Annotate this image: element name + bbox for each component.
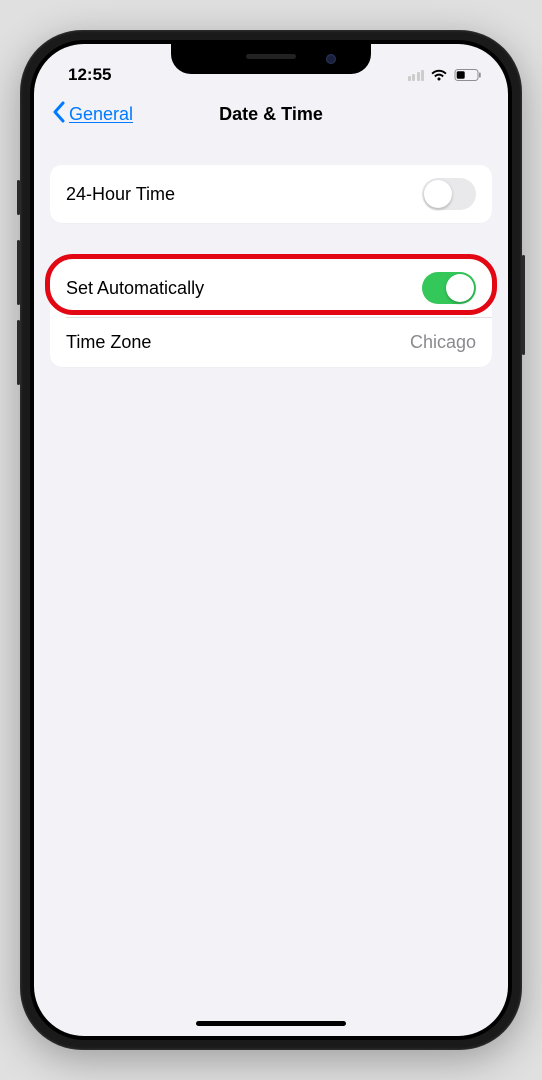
row-set-automatically[interactable]: Set Automatically xyxy=(50,259,492,317)
back-button[interactable]: General xyxy=(52,101,133,128)
cellular-signal-icon xyxy=(408,70,425,81)
row-time-zone[interactable]: Time Zone Chicago xyxy=(50,317,492,367)
power-button xyxy=(522,255,525,355)
home-indicator[interactable] xyxy=(196,1021,346,1026)
volume-up-button xyxy=(17,240,20,305)
front-camera xyxy=(326,54,336,64)
phone-frame: 12:55 xyxy=(20,30,522,1050)
toggle-set-automatically[interactable] xyxy=(422,272,476,304)
navigation-bar: General Date & Time xyxy=(34,92,508,139)
settings-group-2: Set Automatically Time Zone Chicago xyxy=(50,259,492,367)
chevron-left-icon xyxy=(52,101,65,128)
screen: 12:55 xyxy=(34,44,508,1036)
battery-icon xyxy=(454,68,482,82)
toggle-knob xyxy=(424,180,452,208)
wifi-icon xyxy=(430,68,448,82)
toggle-24-hour-time[interactable] xyxy=(422,178,476,210)
toggle-knob xyxy=(446,274,474,302)
row-24-hour-time[interactable]: 24-Hour Time xyxy=(50,165,492,223)
row-label: Time Zone xyxy=(66,332,151,353)
row-label: 24-Hour Time xyxy=(66,184,175,205)
notch xyxy=(171,44,371,74)
content: 24-Hour Time Set Automatically xyxy=(34,139,508,367)
mute-switch xyxy=(17,180,20,215)
back-label: General xyxy=(69,104,133,125)
settings-group-1: 24-Hour Time xyxy=(50,165,492,223)
status-time: 12:55 xyxy=(68,65,111,85)
speaker xyxy=(246,54,296,59)
row-value: Chicago xyxy=(410,332,476,353)
volume-down-button xyxy=(17,320,20,385)
row-label: Set Automatically xyxy=(66,278,204,299)
